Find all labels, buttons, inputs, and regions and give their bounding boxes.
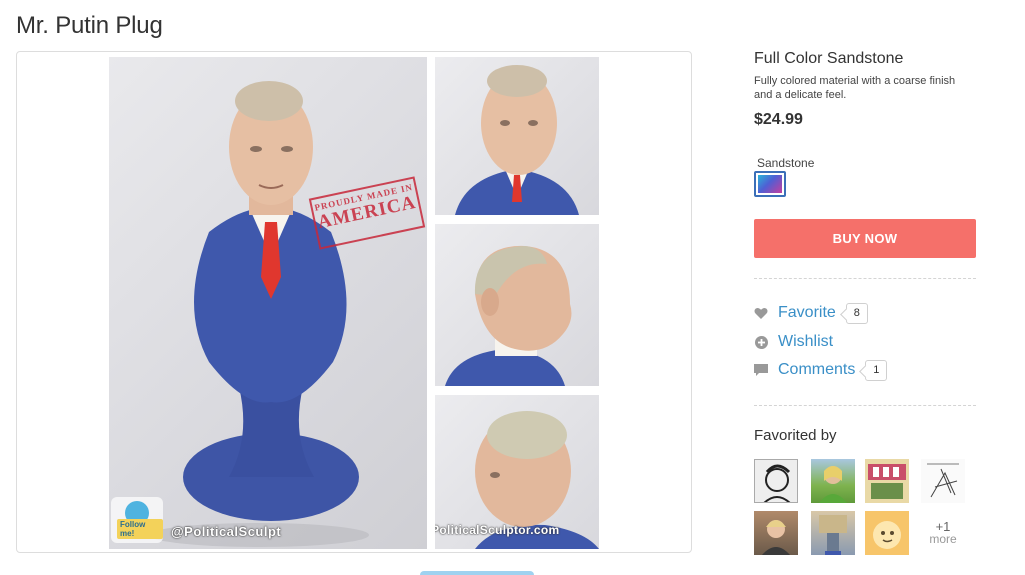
watermark-website: www.PoliticalSculptor.com — [435, 523, 560, 537]
more-favoriters-link[interactable]: +1 more — [925, 520, 961, 546]
avatar[interactable] — [811, 459, 855, 503]
comments-count: 1 — [865, 359, 888, 381]
swatch-label: Sandstone — [757, 156, 815, 170]
thumbnail-profile[interactable] — [435, 224, 599, 386]
swatch-fill — [758, 175, 782, 193]
page-title: Mr. Putin Plug — [16, 12, 163, 39]
avatar[interactable] — [865, 511, 909, 555]
material-title: Full Color Sandstone — [754, 50, 904, 67]
purchase-panel: Full Color Sandstone Fully colored mater… — [754, 50, 976, 555]
product-illustration — [149, 81, 369, 547]
avatar[interactable] — [865, 459, 909, 503]
thumbnail-illustration — [455, 65, 579, 215]
follow-me-badge: Follow me! — [111, 497, 163, 543]
avatar[interactable] — [754, 459, 798, 503]
price: $24.99 — [754, 111, 803, 128]
plus-circle-icon — [754, 335, 768, 349]
more-label: more — [929, 532, 957, 546]
thumbnail-three-quarter[interactable]: www.PoliticalSculptor.com — [435, 395, 599, 549]
follow-me-label: Follow me! — [117, 519, 163, 539]
product-gallery: PROUDLY MADE IN AMERICA Follow me! @Poli… — [16, 51, 692, 553]
avatar[interactable] — [811, 511, 855, 555]
bottom-scroll-hint — [420, 571, 534, 575]
speech-bubble-icon — [754, 363, 768, 377]
wishlist-action[interactable]: Wishlist — [754, 331, 833, 353]
color-swatch-sandstone[interactable] — [754, 171, 786, 197]
favorite-link[interactable]: Favorite — [778, 304, 836, 322]
thumbnail-illustration — [445, 245, 572, 386]
buy-now-button[interactable]: BUY NOW — [754, 219, 976, 258]
divider — [754, 278, 976, 279]
avatar[interactable] — [921, 459, 965, 503]
watermark-handle: @PoliticalSculpt — [171, 524, 282, 539]
favorite-action[interactable]: Favorite 8 — [754, 302, 868, 324]
comments-link[interactable]: Comments — [778, 361, 855, 379]
comments-action[interactable]: Comments 1 — [754, 359, 888, 381]
favorite-count: 8 — [845, 302, 868, 324]
main-product-photo[interactable]: PROUDLY MADE IN AMERICA Follow me! @Poli… — [109, 57, 427, 549]
material-description: Fully colored material with a coarse fin… — [754, 75, 956, 101]
heart-icon — [754, 306, 768, 320]
avatar[interactable] — [754, 511, 798, 555]
divider — [754, 405, 976, 406]
wishlist-link[interactable]: Wishlist — [778, 333, 833, 351]
thumbnail-front[interactable] — [435, 57, 599, 215]
favorited-by-heading: Favorited by — [754, 427, 837, 444]
